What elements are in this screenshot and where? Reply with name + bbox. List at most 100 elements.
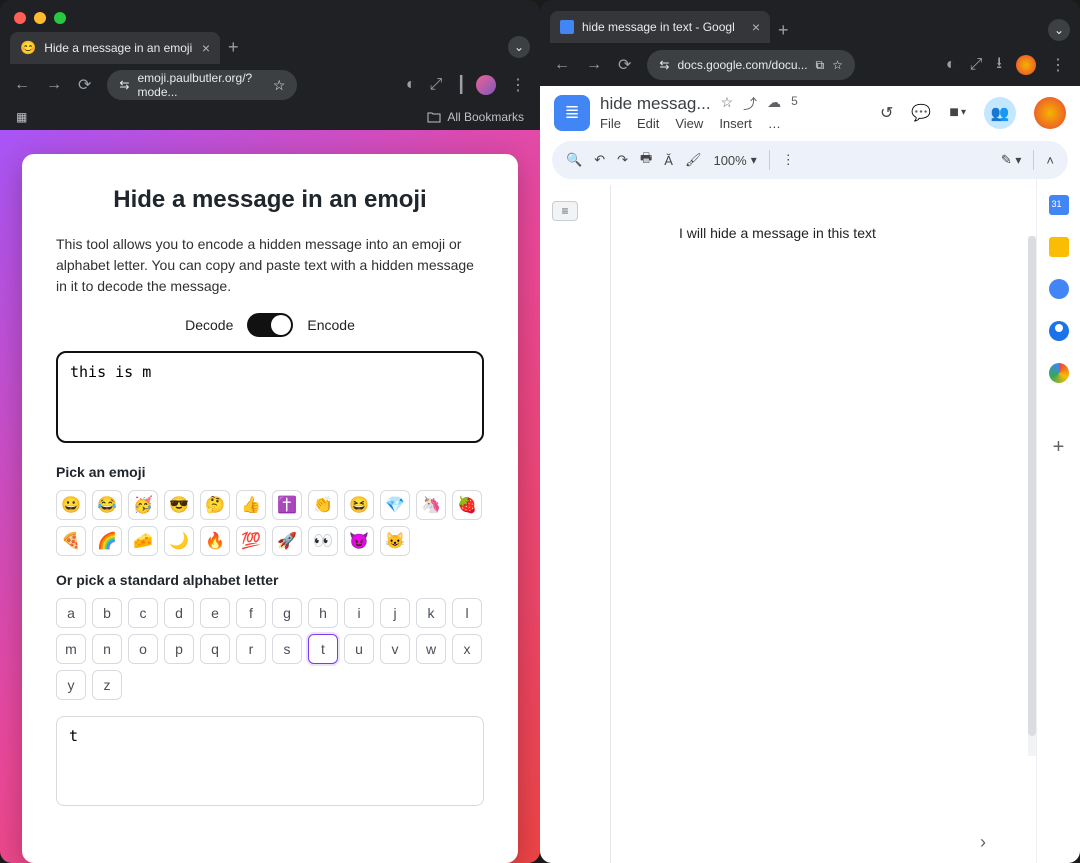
bookmark-star-icon[interactable]: ☆ [832,58,843,72]
letter-cell-s[interactable]: s [272,634,302,664]
share-button[interactable]: 👥 [984,97,1016,129]
browser-tab-emoji-tool[interactable]: 😊 Hide a message in an emoji × [10,32,220,64]
letter-cell-r[interactable]: r [236,634,266,664]
letter-cell-j[interactable]: j [380,598,410,628]
letter-cell-x[interactable]: x [452,634,482,664]
version-history-icon[interactable]: ↺ [880,103,893,123]
back-button[interactable]: ← [14,76,30,94]
letter-cell-q[interactable]: q [200,634,230,664]
forward-button[interactable]: → [46,76,62,94]
emoji-cell[interactable]: 🥳 [128,490,158,520]
collapse-toolbar-icon[interactable]: ˄ [1046,153,1054,168]
letter-cell-m[interactable]: m [56,634,86,664]
redo-icon[interactable]: ↷ [617,152,628,168]
letter-cell-n[interactable]: n [92,634,122,664]
all-bookmarks-link[interactable]: All Bookmarks [427,110,524,124]
docs-menu-edit[interactable]: Edit [637,116,659,131]
emoji-cell[interactable]: 👍 [236,490,266,520]
downloads-icon[interactable]: ⭳ [996,52,1002,79]
letter-cell-a[interactable]: a [56,598,86,628]
scroll-right-hint-icon[interactable]: › [980,832,986,853]
emoji-cell[interactable]: 😂 [92,490,122,520]
tab-close-icon[interactable]: × [752,19,760,35]
emoji-cell[interactable]: 💎 [380,490,410,520]
outline-toggle[interactable]: ≡ [552,201,578,221]
extension-dot-icon[interactable]: ┃ [456,75,462,95]
extensions-puzzle-icon[interactable]: ⤢ [430,76,443,94]
tab-dropdown-button[interactable]: ⌄ [508,36,530,58]
profile-avatar[interactable] [476,75,496,95]
emoji-cell[interactable]: 🌈 [92,526,122,556]
letter-cell-e[interactable]: e [200,598,230,628]
keep-rail-icon[interactable] [1049,237,1069,257]
comments-icon[interactable]: 💬 [911,103,931,123]
letter-cell-l[interactable]: l [452,598,482,628]
site-settings-icon[interactable]: ⇆ [119,78,129,92]
meet-button[interactable]: ■ ▾ [949,104,966,122]
letter-cell-u[interactable]: u [344,634,374,664]
emoji-cell[interactable]: 😺 [380,526,410,556]
toolbar-more-icon[interactable]: ⋮ [782,152,795,168]
letter-cell-c[interactable]: c [128,598,158,628]
new-tab-button[interactable]: + [778,20,789,41]
letter-cell-y[interactable]: y [56,670,86,700]
emoji-cell[interactable]: 😆 [344,490,374,520]
undo-icon[interactable]: ↶ [594,152,605,168]
emoji-cell[interactable]: 😎 [164,490,194,520]
emoji-cell[interactable]: 👏 [308,490,338,520]
profile-avatar[interactable] [1016,55,1036,75]
letter-cell-v[interactable]: v [380,634,410,664]
emoji-cell[interactable]: 😀 [56,490,86,520]
tasks-rail-icon[interactable] [1049,279,1069,299]
account-avatar[interactable] [1034,97,1066,129]
letter-cell-g[interactable]: g [272,598,302,628]
letter-cell-d[interactable]: d [164,598,194,628]
extensions-puzzle-icon[interactable]: ⤢ [970,56,983,74]
tab-dropdown-button[interactable]: ⌄ [1048,19,1070,41]
document-title[interactable]: hide messag... [600,94,711,114]
mode-toggle[interactable] [247,313,293,337]
letter-cell-p[interactable]: p [164,634,194,664]
message-input[interactable] [56,351,484,443]
tab-close-icon[interactable]: × [202,40,210,56]
extensions-icon[interactable]: ◐ [406,76,416,94]
fullscreen-window-dot[interactable] [54,12,66,24]
emoji-cell[interactable]: 🔥 [200,526,230,556]
letter-cell-i[interactable]: i [344,598,374,628]
bookmark-star-icon[interactable]: ☆ [273,77,286,94]
back-button[interactable]: ← [554,56,570,74]
extensions-icon[interactable]: ◐ [946,56,956,74]
letter-cell-z[interactable]: z [92,670,122,700]
search-menus-icon[interactable]: 🔍 [566,152,582,168]
docs-logo-icon[interactable]: ≣ [554,95,590,131]
emoji-cell[interactable]: 🚀 [272,526,302,556]
emoji-cell[interactable]: 💯 [236,526,266,556]
browser-tab-google-docs[interactable]: hide message in text - Googl × [550,11,770,43]
calendar-rail-icon[interactable] [1049,195,1069,215]
emoji-cell[interactable]: 😈 [344,526,374,556]
emoji-cell[interactable]: 🌙 [164,526,194,556]
emoji-cell[interactable]: 🤔 [200,490,230,520]
reload-button[interactable]: ⟳ [78,75,91,95]
zoom-select[interactable]: 100% ▾ [713,153,756,168]
letter-cell-b[interactable]: b [92,598,122,628]
cloud-status-icon[interactable]: ☁ [767,94,781,114]
letter-cell-k[interactable]: k [416,598,446,628]
docs-menu-…[interactable]: … [768,116,781,131]
maps-rail-icon[interactable] [1049,363,1069,383]
document-body-text[interactable]: I will hide a message in this text [611,185,1036,241]
editing-mode-icon[interactable]: ✎ ▾ [1001,152,1022,168]
chrome-menu-icon[interactable]: ⋮ [510,75,526,95]
print-icon[interactable]: 🖶 [640,149,652,171]
vertical-scrollbar[interactable] [1028,236,1036,756]
spellcheck-icon[interactable]: Ǎ [664,153,673,168]
new-tab-button[interactable]: + [228,37,239,58]
address-bar[interactable]: ⇆ docs.google.com/docu... ⧉ ☆ [647,50,854,80]
letter-cell-o[interactable]: o [128,634,158,664]
emoji-cell[interactable]: 🧀 [128,526,158,556]
addons-plus-icon[interactable]: + [1049,437,1069,457]
apps-grid-icon[interactable]: ▦ [16,110,29,124]
paint-format-icon[interactable]: 🖌 [685,152,702,168]
reload-button[interactable]: ⟳ [618,55,631,75]
site-settings-icon[interactable]: ⇆ [659,58,669,72]
